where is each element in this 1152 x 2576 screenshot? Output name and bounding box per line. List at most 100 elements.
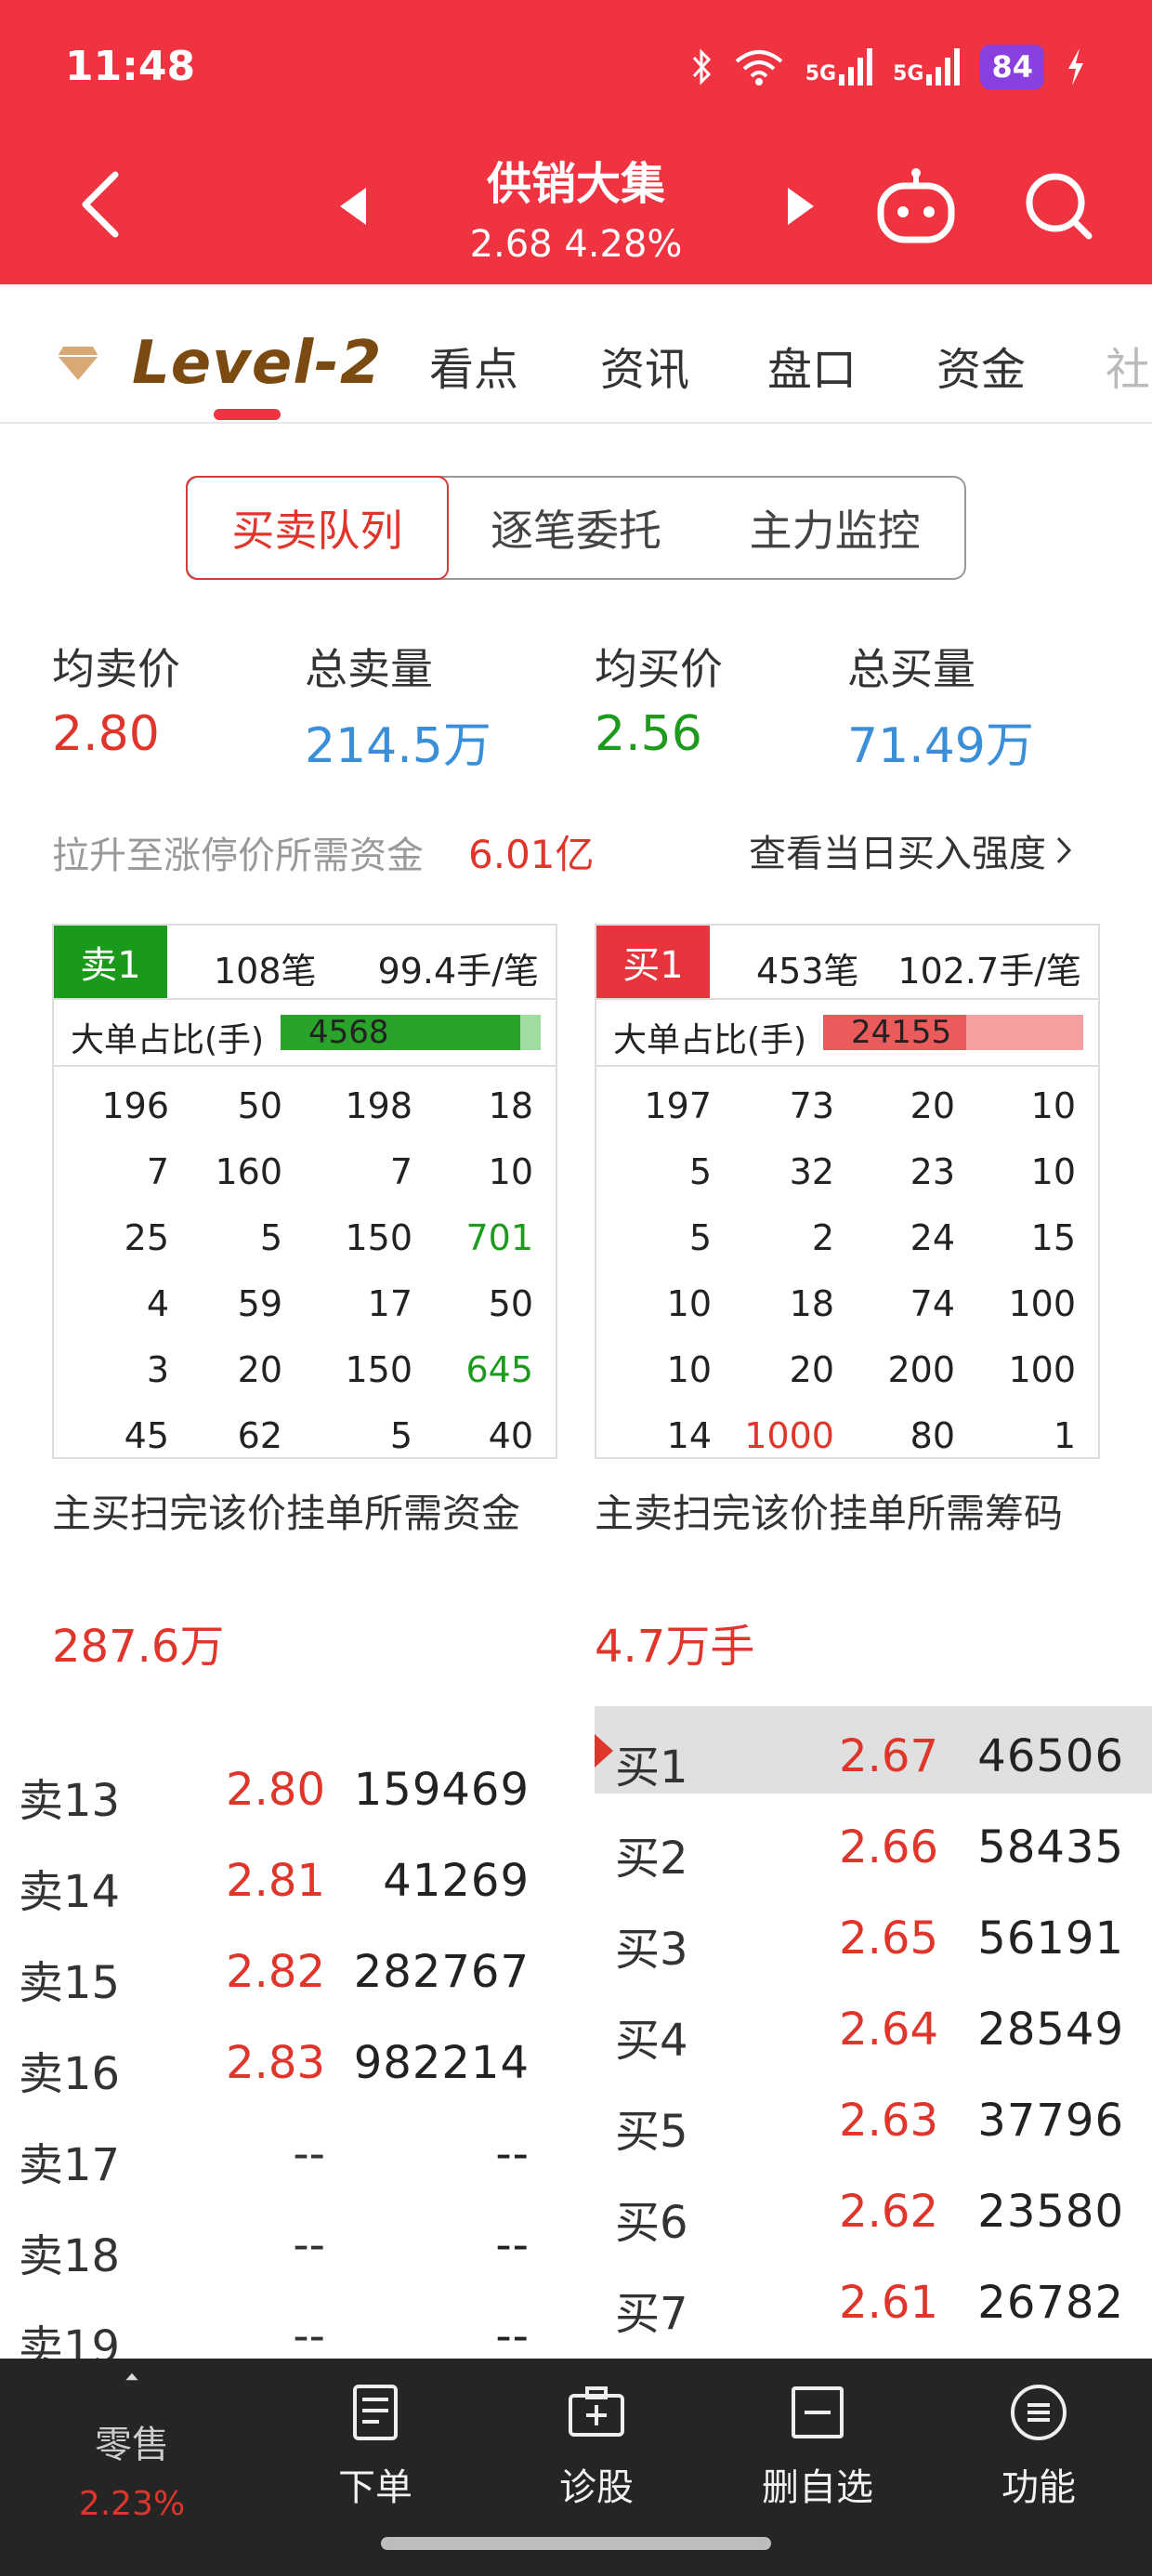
tab-highlights[interactable]: 看点 <box>429 333 518 398</box>
queue-cell: 5 <box>688 1217 712 1258</box>
queue-cell: 20 <box>789 1349 834 1390</box>
charging-icon <box>1068 48 1083 85</box>
queue-cell: 40 <box>488 1415 533 1456</box>
order-book-row[interactable]: 买7 2.61 26782 <box>595 2254 1152 2346</box>
order-book-price: 2.61 <box>839 2277 938 2329</box>
order-book-price: 2.81 <box>226 1855 325 1907</box>
sell-ratio-bar: 4568 <box>281 1015 541 1050</box>
queue-cell: 20 <box>910 1085 955 1126</box>
order-book-row[interactable]: 买2 2.66 58435 <box>595 1799 1152 1890</box>
expand-up-icon <box>125 2372 138 2381</box>
queue-cell: 4 <box>146 1283 169 1324</box>
menu-circle-icon <box>1011 2385 1067 2440</box>
order-book-price: -- <box>293 2310 325 2362</box>
order-book-row[interactable]: 买6 2.62 23580 <box>595 2163 1152 2254</box>
order-book-row[interactable]: 买4 2.64 28549 <box>595 1981 1152 2072</box>
segment-main-monitor[interactable]: 主力监控 <box>705 478 964 578</box>
queue-cell: 1000 <box>744 1415 834 1456</box>
order-book-volume: 23580 <box>977 2186 1124 2238</box>
nav-order[interactable]: 下单 <box>282 2359 468 2544</box>
buy-queue-panel: 买1 453笔 102.7手/笔 大单占比(手) 24155 197 73 20 10… <box>595 924 1100 1459</box>
sell-queue-count: 108笔 <box>214 951 317 992</box>
view-buy-strength-link[interactable]: 查看当日买入强度 <box>749 823 1072 877</box>
back-chevron-icon[interactable] <box>74 167 130 242</box>
order-book-volume: 982214 <box>353 2037 530 2089</box>
order-book-row[interactable]: 卖17 -- -- <box>0 2106 557 2197</box>
tab-news[interactable]: 资讯 <box>600 333 689 398</box>
bluetooth-icon <box>692 48 711 85</box>
nav-remove-watchlist[interactable]: 删自选 <box>725 2359 910 2544</box>
queue-cell: 160 <box>215 1151 282 1192</box>
segment-bid-ask-queue[interactable]: 买卖队列 <box>186 476 449 580</box>
order-book-row[interactable]: 卖16 2.83 982214 <box>0 2015 557 2106</box>
order-book-row[interactable]: 卖13 2.80 159469 <box>0 1741 557 1833</box>
nav-retail[interactable]: 零售 2.23% <box>39 2359 225 2544</box>
queue-row: 7 160 7 10 <box>54 1142 556 1207</box>
signal-5g-icon: 5G <box>805 48 873 85</box>
avg-sell-label: 均卖价 <box>52 644 180 694</box>
order-book-row[interactable]: 卖18 -- -- <box>0 2197 557 2288</box>
next-stock-icon[interactable] <box>782 186 819 227</box>
sell1-tag: 卖1 <box>54 926 167 998</box>
order-book-price: 2.63 <box>839 2095 938 2147</box>
order-book-level: 买1 <box>615 1741 688 1794</box>
wifi-icon <box>735 50 782 85</box>
search-icon[interactable] <box>1022 169 1096 243</box>
nav-diagnose[interactable]: 诊股 <box>504 2359 689 2544</box>
buy-ratio-bar: 24155 <box>823 1015 1083 1050</box>
tab-community[interactable]: 社 <box>1106 333 1150 398</box>
stock-price-change: 2.68 4.28% <box>469 223 683 266</box>
battery-indicator: 84 <box>980 45 1044 89</box>
queue-cell: 10 <box>488 1151 533 1192</box>
queue-row: 45 62 5 40 <box>54 1406 556 1471</box>
order-book-price: 2.82 <box>226 1946 325 1998</box>
queue-cell: 10 <box>666 1349 712 1390</box>
order-book-volume: -- <box>495 2128 530 2180</box>
segment-tick-orders[interactable]: 逐笔委托 <box>447 478 706 578</box>
tab-level2[interactable]: Level-2 <box>56 322 382 405</box>
queue-cell: 73 <box>789 1085 834 1126</box>
stock-name: 供销大集 <box>486 158 665 210</box>
queue-row: 5 2 24 15 <box>596 1208 1098 1273</box>
order-book-row[interactable]: 卖14 2.81 41269 <box>0 1833 557 1924</box>
tab-funds[interactable]: 资金 <box>936 333 1026 398</box>
tab-handicap[interactable]: 盘口 <box>767 333 857 398</box>
queue-row: 4 59 17 50 <box>54 1274 556 1339</box>
queue-cell: 17 <box>367 1283 412 1324</box>
queue-cell: 18 <box>789 1283 834 1324</box>
prev-stock-icon[interactable] <box>334 186 372 227</box>
queue-cell: 7 <box>389 1151 412 1192</box>
order-book-level: 卖15 <box>19 1957 121 2009</box>
order-book-row[interactable]: 买3 2.65 56191 <box>595 1890 1152 1981</box>
status-bar: 11:48 5G 5G 84 <box>0 0 1152 139</box>
order-book-row[interactable]: 买1 2.67 46506 <box>595 1708 1152 1799</box>
sell-queue-panel: 卖1 108笔 99.4手/笔 大单占比(手) 4568 196 50 198 18 7… <box>52 924 557 1459</box>
avg-buy-value: 2.56 <box>595 706 702 762</box>
view-buy-strength-label: 查看当日买入强度 <box>749 833 1046 875</box>
queue-row: 10 20 200 100 <box>596 1340 1098 1405</box>
order-book-row[interactable]: 卖15 2.82 282767 <box>0 1924 557 2015</box>
robot-assistant-icon[interactable] <box>873 167 959 245</box>
queue-cell: 701 <box>465 1217 533 1258</box>
clock: 11:48 <box>65 43 196 90</box>
queue-row: 25 5 150 701 <box>54 1208 556 1273</box>
sell-sweep-chips-value: 4.7万手 <box>595 1621 755 1673</box>
queue-cell: 59 <box>237 1283 282 1324</box>
avg-sell-value: 2.80 <box>52 706 160 762</box>
queue-cell: 645 <box>465 1349 533 1390</box>
big-order-ratio-label: 大单占比(手) <box>613 1021 807 1059</box>
limit-up-capital-label: 拉升至涨停价所需资金 <box>52 835 424 877</box>
tab-level2-label: Level-2 <box>132 329 383 398</box>
queue-cell: 50 <box>488 1283 533 1324</box>
nav-functions[interactable]: 功能 <box>946 2359 1132 2544</box>
total-buy-label: 总买量 <box>847 644 975 694</box>
medical-kit-icon <box>569 2386 624 2437</box>
chevron-right-icon <box>1056 836 1072 864</box>
order-book-volume: 26782 <box>977 2277 1124 2329</box>
queue-cell: 100 <box>1008 1349 1076 1390</box>
order-book-row[interactable]: 买5 2.63 37796 <box>595 2072 1152 2163</box>
order-book-price: 2.66 <box>839 1821 938 1873</box>
order-book-price: 2.64 <box>839 2004 938 2056</box>
limit-up-capital-value: 6.01亿 <box>468 832 595 877</box>
buy1-tag: 买1 <box>596 926 710 998</box>
